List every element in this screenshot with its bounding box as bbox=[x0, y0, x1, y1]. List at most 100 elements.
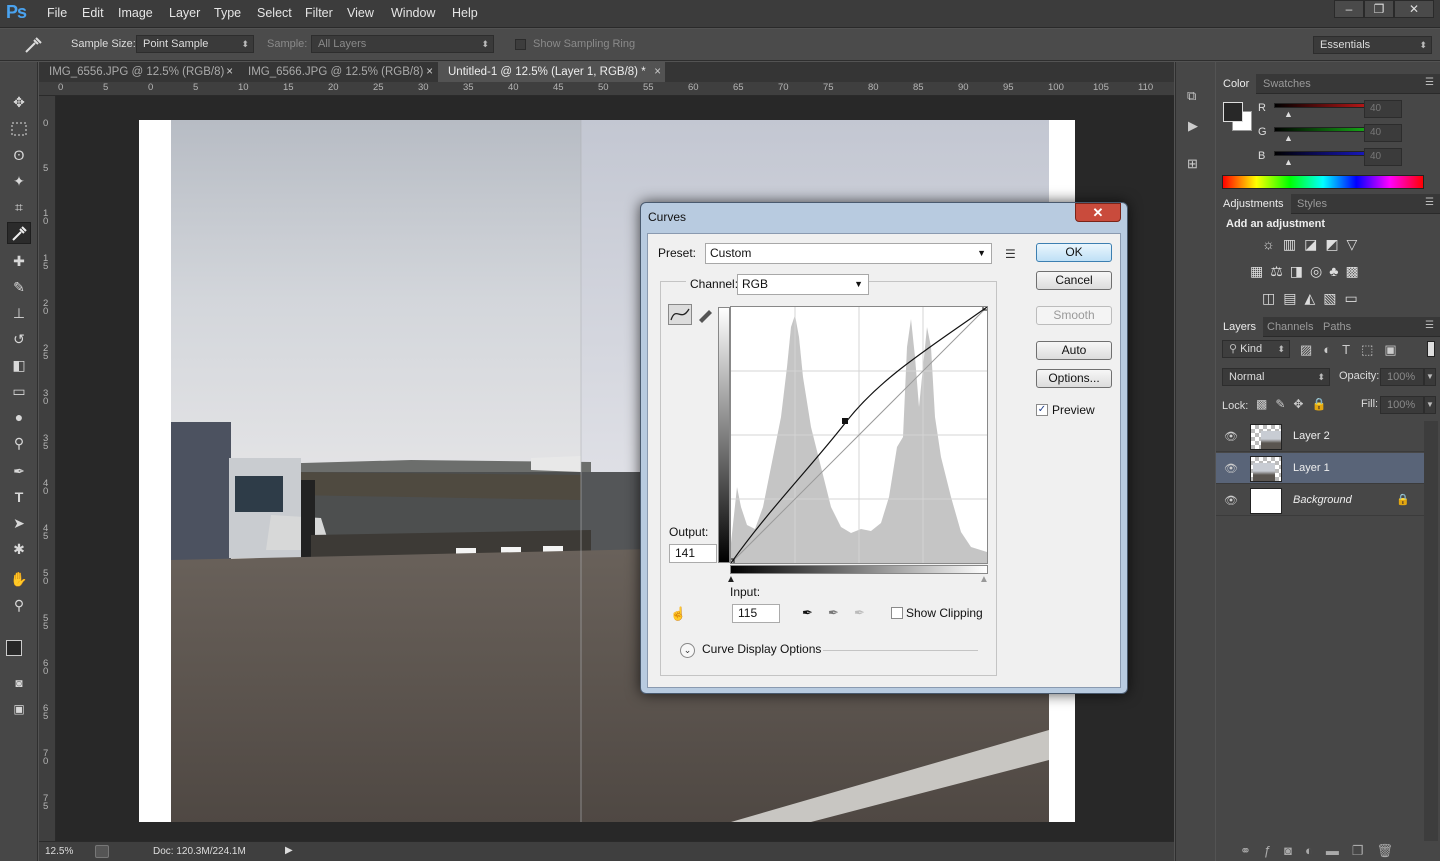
white-point-slider-icon[interactable]: ▲ bbox=[979, 574, 989, 585]
menu-filter[interactable]: Filter bbox=[305, 6, 333, 20]
layer-name[interactable]: Layer 2 bbox=[1293, 430, 1330, 442]
foreground-color-swatch[interactable] bbox=[6, 640, 22, 656]
layers-scrollbar[interactable] bbox=[1424, 421, 1438, 841]
photo-filter-icon[interactable]: ◎ bbox=[1310, 263, 1329, 279]
hand-tool-icon[interactable]: ✋ bbox=[7, 568, 31, 590]
red-slider-thumb-icon[interactable]: ▲ bbox=[1284, 109, 1293, 119]
menu-edit[interactable]: Edit bbox=[82, 6, 104, 20]
channel-mixer-icon[interactable]: ♣ bbox=[1329, 263, 1345, 279]
properties-panel-icon[interactable]: ⊞ bbox=[1187, 156, 1205, 174]
tab-swatches[interactable]: Swatches bbox=[1256, 74, 1318, 94]
restore-button[interactable]: ❐ bbox=[1364, 0, 1394, 18]
menu-layer[interactable]: Layer bbox=[169, 6, 200, 20]
green-gradient-bar[interactable] bbox=[1274, 127, 1372, 132]
blue-slider-thumb-icon[interactable]: ▲ bbox=[1284, 157, 1293, 167]
menu-select[interactable]: Select bbox=[257, 6, 292, 20]
menu-image[interactable]: Image bbox=[118, 6, 153, 20]
black-eyedropper-icon[interactable]: ✒ bbox=[802, 605, 813, 621]
custom-shape-tool-icon[interactable]: ✱ bbox=[7, 538, 31, 560]
quick-mask-icon[interactable]: ◙ bbox=[7, 672, 31, 694]
visibility-eye-icon[interactable]: 👁 bbox=[1224, 494, 1238, 507]
cancel-button[interactable]: Cancel bbox=[1036, 271, 1112, 290]
adjustment-filter-icon[interactable]: ◐ bbox=[1323, 342, 1342, 357]
threshold-icon[interactable]: ◭ bbox=[1304, 290, 1323, 306]
marquee-tool-icon[interactable] bbox=[7, 118, 31, 140]
dialog-close-button[interactable]: ✕ bbox=[1075, 203, 1121, 222]
add-mask-icon[interactable]: ◙ bbox=[1284, 843, 1305, 858]
pen-tool-icon[interactable]: ✒ bbox=[7, 460, 31, 482]
lock-pixels-icon[interactable]: ✎ bbox=[1275, 397, 1293, 411]
tab-layers[interactable]: Layers bbox=[1216, 317, 1264, 337]
menu-window[interactable]: Window bbox=[391, 6, 435, 20]
black-point-slider-icon[interactable]: ▲ bbox=[726, 574, 736, 585]
selective-color-icon[interactable]: ▭ bbox=[1344, 290, 1365, 306]
healing-brush-tool-icon[interactable]: ✚ bbox=[7, 250, 31, 272]
fill-dropdown-arrow-icon[interactable]: ▼ bbox=[1424, 396, 1436, 414]
lock-position-icon[interactable]: ✥ bbox=[1293, 397, 1311, 411]
black-white-icon[interactable]: ◨ bbox=[1290, 263, 1310, 279]
move-tool-icon[interactable]: ✥ bbox=[7, 91, 31, 113]
exposure-icon[interactable]: ◩ bbox=[1325, 236, 1346, 252]
auto-button[interactable]: Auto bbox=[1036, 341, 1112, 360]
path-selection-tool-icon[interactable]: ➤ bbox=[7, 512, 31, 534]
layer-row-layer-2[interactable]: 👁 Layer 2 bbox=[1216, 421, 1424, 452]
new-adjustment-layer-icon[interactable]: ◐ bbox=[1305, 843, 1326, 858]
output-input[interactable]: 141 bbox=[669, 544, 717, 563]
lock-all-icon[interactable]: 🔒 bbox=[1311, 397, 1334, 411]
screen-mode-icon[interactable]: ▣ bbox=[7, 698, 31, 720]
opacity-input[interactable]: 100% bbox=[1380, 368, 1424, 386]
dodge-tool-icon[interactable]: ⚲ bbox=[7, 432, 31, 454]
tab-img-6566[interactable]: IMG_6566.JPG @ 12.5% (RGB/8) × bbox=[238, 62, 437, 82]
tab-close-icon[interactable]: × bbox=[426, 62, 433, 82]
red-slider-row[interactable]: R ▲ 40 bbox=[1254, 100, 1424, 120]
menu-help[interactable]: Help bbox=[452, 6, 478, 20]
lasso-tool-icon[interactable]: ʘ bbox=[7, 144, 31, 166]
layer-row-layer-1[interactable]: 👁 Layer 1 bbox=[1216, 453, 1424, 484]
gradient-tool-icon[interactable]: ▭ bbox=[7, 380, 31, 402]
tab-close-icon[interactable]: × bbox=[654, 62, 661, 82]
show-clipping-checkbox[interactable] bbox=[891, 607, 903, 619]
blue-slider-row[interactable]: B ▲ 40 bbox=[1254, 148, 1424, 168]
visibility-eye-icon[interactable]: 👁 bbox=[1224, 430, 1238, 443]
panel-menu-icon[interactable]: ☰ bbox=[1425, 197, 1434, 208]
quick-selection-tool-icon[interactable]: ✦ bbox=[7, 170, 31, 192]
type-filter-icon[interactable]: T bbox=[1342, 342, 1361, 357]
visibility-eye-icon[interactable]: 👁 bbox=[1224, 462, 1238, 475]
tab-adjustments[interactable]: Adjustments bbox=[1216, 194, 1291, 214]
options-button[interactable]: Options... bbox=[1036, 369, 1112, 388]
targeted-adjustment-icon[interactable]: ☝ bbox=[670, 606, 686, 622]
layer-row-background[interactable]: 👁 Background 🔒 bbox=[1216, 485, 1424, 516]
sample-size-select[interactable]: Point Sample ⬍ bbox=[136, 35, 254, 53]
input-input[interactable]: 115 bbox=[732, 604, 780, 623]
layer-name[interactable]: Layer 1 bbox=[1293, 462, 1330, 474]
panel-menu-icon[interactable]: ☰ bbox=[1425, 320, 1434, 331]
menu-type[interactable]: Type bbox=[214, 6, 241, 20]
foreground-color-chip[interactable] bbox=[1223, 102, 1243, 122]
clone-stamp-tool-icon[interactable]: ⊥ bbox=[7, 302, 31, 324]
pencil-draw-mode-icon[interactable] bbox=[696, 304, 716, 325]
status-menu-arrow-icon[interactable]: ▶ bbox=[285, 845, 293, 856]
blur-tool-icon[interactable]: ● bbox=[7, 406, 31, 428]
show-sampling-ring-checkbox[interactable] bbox=[515, 39, 526, 50]
channel-select[interactable]: RGB ▼ bbox=[737, 274, 869, 295]
eraser-tool-icon[interactable]: ◧ bbox=[7, 354, 31, 376]
tab-close-icon[interactable]: × bbox=[226, 62, 233, 82]
preview-checkbox[interactable]: ✓ bbox=[1036, 404, 1048, 416]
smooth-button[interactable]: Smooth bbox=[1036, 306, 1112, 325]
tab-color[interactable]: Color bbox=[1216, 74, 1257, 94]
gray-eyedropper-icon[interactable]: ✒ bbox=[828, 605, 839, 621]
preset-select[interactable]: Custom ▼ bbox=[705, 243, 992, 264]
color-spectrum-bar[interactable] bbox=[1222, 175, 1424, 189]
eyedropper-tool-preset-icon[interactable] bbox=[22, 35, 55, 55]
vibrance-icon[interactable]: ▽ bbox=[1347, 236, 1366, 252]
type-tool-icon[interactable]: T bbox=[7, 486, 31, 508]
curve-display-options-label[interactable]: Curve Display Options bbox=[702, 642, 821, 656]
sample-select[interactable]: All Layers ⬍ bbox=[311, 35, 494, 53]
new-group-icon[interactable]: ▬ bbox=[1326, 843, 1352, 858]
tab-untitled-1[interactable]: Untitled-1 @ 12.5% (Layer 1, RGB/8) * × bbox=[438, 62, 665, 82]
layer-filter-kind-select[interactable]: ⚲ Kind ⬍ bbox=[1222, 340, 1290, 358]
green-slider-row[interactable]: G ▲ 40 bbox=[1254, 124, 1424, 144]
smart-object-filter-icon[interactable]: ▣ bbox=[1384, 342, 1407, 357]
new-layer-icon[interactable]: ❐ bbox=[1352, 843, 1377, 858]
color-balance-icon[interactable]: ⚖ bbox=[1270, 263, 1290, 279]
